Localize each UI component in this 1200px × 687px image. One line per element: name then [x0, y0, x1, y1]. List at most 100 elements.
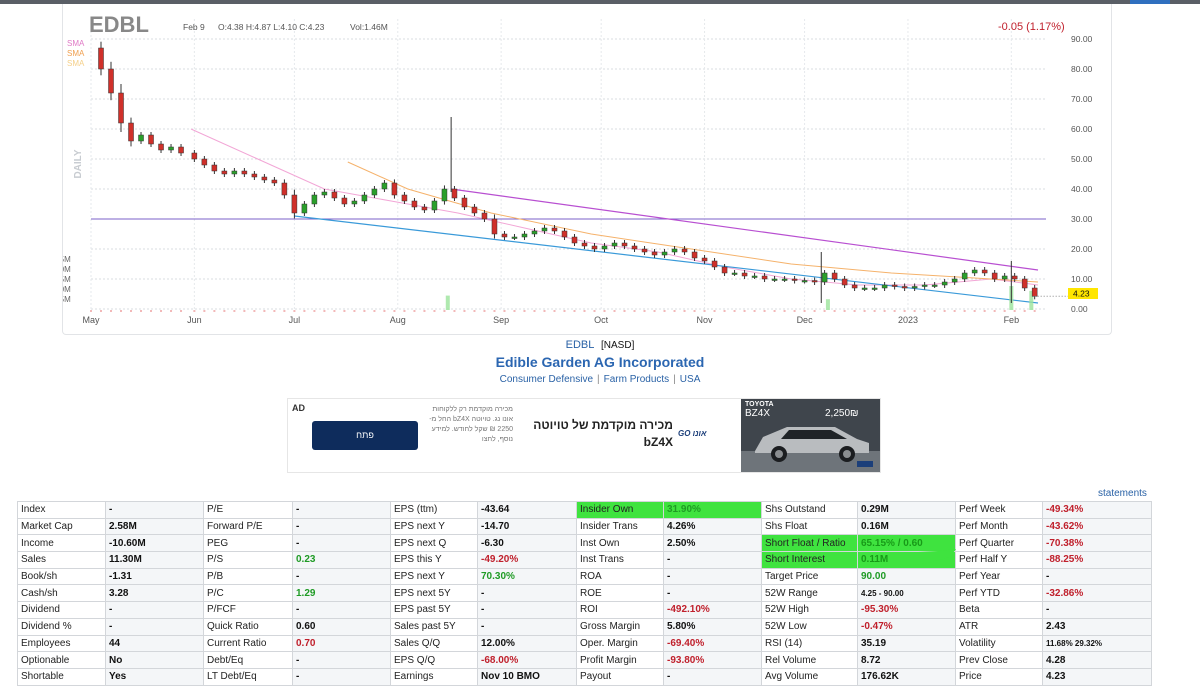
snapshot-label[interactable]: Insider Own: [576, 501, 664, 519]
snapshot-label[interactable]: 52W Range: [761, 584, 858, 603]
snapshot-label[interactable]: Target Price: [761, 567, 858, 586]
snapshot-label[interactable]: Income: [17, 534, 106, 553]
volume-bar: [1003, 310, 1006, 312]
snapshot-label[interactable]: Prev Close: [955, 651, 1043, 669]
sector-link[interactable]: Consumer Defensive: [500, 374, 593, 385]
country-link[interactable]: USA: [680, 374, 701, 385]
snapshot-label[interactable]: Perf Year: [955, 567, 1043, 586]
snapshot-label[interactable]: Debt/Eq: [203, 651, 293, 669]
snapshot-label[interactable]: Gross Margin: [576, 617, 664, 636]
snapshot-label[interactable]: EPS past 5Y: [390, 601, 478, 619]
snapshot-label[interactable]: Shs Float: [761, 517, 858, 536]
ad-car-image[interactable]: TOYOTA BZ4X 2,250₪: [741, 399, 880, 472]
snapshot-label[interactable]: P/C: [203, 584, 293, 603]
volume-bar: [873, 310, 876, 312]
snapshot-label[interactable]: 52W High: [761, 601, 858, 619]
snapshot-label[interactable]: Perf Quarter: [955, 534, 1043, 553]
snapshot-value: 12.00%: [477, 634, 577, 653]
candle-body: [1031, 287, 1038, 297]
snapshot-label[interactable]: RSI (14): [761, 634, 858, 653]
snapshot-label[interactable]: Beta: [955, 601, 1043, 619]
snapshot-label[interactable]: ATR: [955, 617, 1043, 636]
ticker-symbol-link[interactable]: EDBL: [566, 339, 594, 351]
snapshot-label[interactable]: ROI: [576, 601, 664, 619]
x-tick-label: 2023: [898, 315, 918, 325]
ad-image-model: BZ4X: [745, 408, 771, 419]
snapshot-label[interactable]: EPS this Y: [390, 551, 478, 569]
snapshot-label[interactable]: P/B: [203, 567, 293, 586]
snapshot-label[interactable]: Price: [955, 667, 1043, 686]
table-row: Dividend % - Quick Ratio 0.60 Sales past 5Y -…: [17, 617, 1152, 636]
snapshot-label[interactable]: Profit Margin: [576, 651, 664, 669]
snapshot-label[interactable]: Market Cap: [17, 517, 106, 536]
snapshot-label[interactable]: Current Ratio: [203, 634, 293, 653]
snapshot-value: -43.64: [477, 501, 577, 519]
snapshot-label[interactable]: Inst Own: [576, 534, 664, 553]
snapshot-label[interactable]: P/S: [203, 551, 293, 569]
snapshot-label[interactable]: Quick Ratio: [203, 617, 293, 636]
ticker-line: EDBL [NASD]: [0, 339, 1200, 351]
snapshot-label[interactable]: EPS (ttm): [390, 501, 478, 519]
snapshot-label[interactable]: Perf YTD: [955, 584, 1043, 603]
snapshot-label[interactable]: Short Interest: [761, 551, 858, 569]
advertisement-banner[interactable]: AD פתח מכירה מוקדמת רק ללקוחות אונו נג. …: [287, 398, 881, 473]
snapshot-label[interactable]: EPS next Y: [390, 517, 478, 536]
candle-body: [621, 242, 628, 247]
snapshot-label[interactable]: P/FCF: [203, 601, 293, 619]
snapshot-label[interactable]: Short Float / Ratio: [761, 534, 858, 553]
snapshot-label[interactable]: Sales Q/Q: [390, 634, 478, 653]
meta-separator: |: [673, 374, 676, 385]
snapshot-label[interactable]: Perf Month: [955, 517, 1043, 536]
snapshot-value: 4.25 - 90.00: [857, 584, 956, 603]
snapshot-label[interactable]: EPS next Q: [390, 534, 478, 553]
snapshot-label[interactable]: Cash/sh: [17, 584, 106, 603]
volume-bar: [623, 310, 626, 312]
snapshot-label[interactable]: Sales past 5Y: [390, 617, 478, 636]
candle-body: [361, 194, 368, 202]
snapshot-label[interactable]: Earnings: [390, 667, 478, 686]
snapshot-label[interactable]: PEG: [203, 534, 293, 553]
snapshot-label[interactable]: Perf Half Y: [955, 551, 1043, 569]
snapshot-value: 2.50%: [663, 534, 762, 553]
snapshot-label[interactable]: Forward P/E: [203, 517, 293, 536]
snapshot-label[interactable]: EPS next 5Y: [390, 584, 478, 603]
table-row: Optionable No Debt/Eq - EPS Q/Q -68.00% Profit…: [17, 651, 1152, 669]
volume-bar: [343, 310, 346, 312]
snapshot-label[interactable]: Dividend: [17, 601, 106, 619]
snapshot-label[interactable]: 52W Low: [761, 617, 858, 636]
industry-link[interactable]: Farm Products: [604, 374, 670, 385]
snapshot-label[interactable]: EPS next Y: [390, 567, 478, 586]
price-chart-panel[interactable]: 90.00 80.00 70.00 60.00 50.00 40.00 30.00 20.00…: [62, 4, 1112, 335]
x-tick-label: Oct: [594, 315, 609, 325]
snapshot-label[interactable]: Book/sh: [17, 567, 106, 586]
snapshot-label[interactable]: Dividend %: [17, 617, 106, 636]
ad-open-button[interactable]: פתח: [312, 421, 418, 450]
snapshot-label[interactable]: EPS Q/Q: [390, 651, 478, 669]
snapshot-label[interactable]: Sales: [17, 551, 106, 569]
snapshot-label[interactable]: Inst Trans: [576, 551, 664, 569]
snapshot-label[interactable]: Rel Volume: [761, 651, 858, 669]
snapshot-value: -: [105, 501, 204, 519]
snapshot-label[interactable]: Shortable: [17, 667, 106, 686]
price-chart[interactable]: 90.00 80.00 70.00 60.00 50.00 40.00 30.00 20.00…: [63, 4, 1111, 334]
snapshot-label[interactable]: Oper. Margin: [576, 634, 664, 653]
snapshot-label[interactable]: Index: [17, 501, 106, 519]
snapshot-label[interactable]: Perf Week: [955, 501, 1043, 519]
snapshot-label[interactable]: ROE: [576, 584, 664, 603]
snapshot-label[interactable]: Shs Outstand: [761, 501, 858, 519]
company-name-link[interactable]: Edible Garden AG Incorporated: [0, 354, 1200, 370]
snapshot-label[interactable]: Insider Trans: [576, 517, 664, 536]
candle-body: [531, 230, 538, 235]
snapshot-label[interactable]: Payout: [576, 667, 664, 686]
snapshot-label[interactable]: LT Debt/Eq: [203, 667, 293, 686]
snapshot-label[interactable]: Avg Volume: [761, 667, 858, 686]
snapshot-label[interactable]: Optionable: [17, 651, 106, 669]
snapshot-label[interactable]: Volatility: [955, 634, 1043, 653]
volume-bar: [180, 310, 183, 312]
volume-bar: [793, 310, 796, 312]
statements-link[interactable]: statements: [1098, 488, 1147, 499]
snapshot-label[interactable]: ROA: [576, 567, 664, 586]
candle-body: [981, 269, 988, 274]
snapshot-label[interactable]: P/E: [203, 501, 293, 519]
snapshot-label[interactable]: Employees: [17, 634, 106, 653]
